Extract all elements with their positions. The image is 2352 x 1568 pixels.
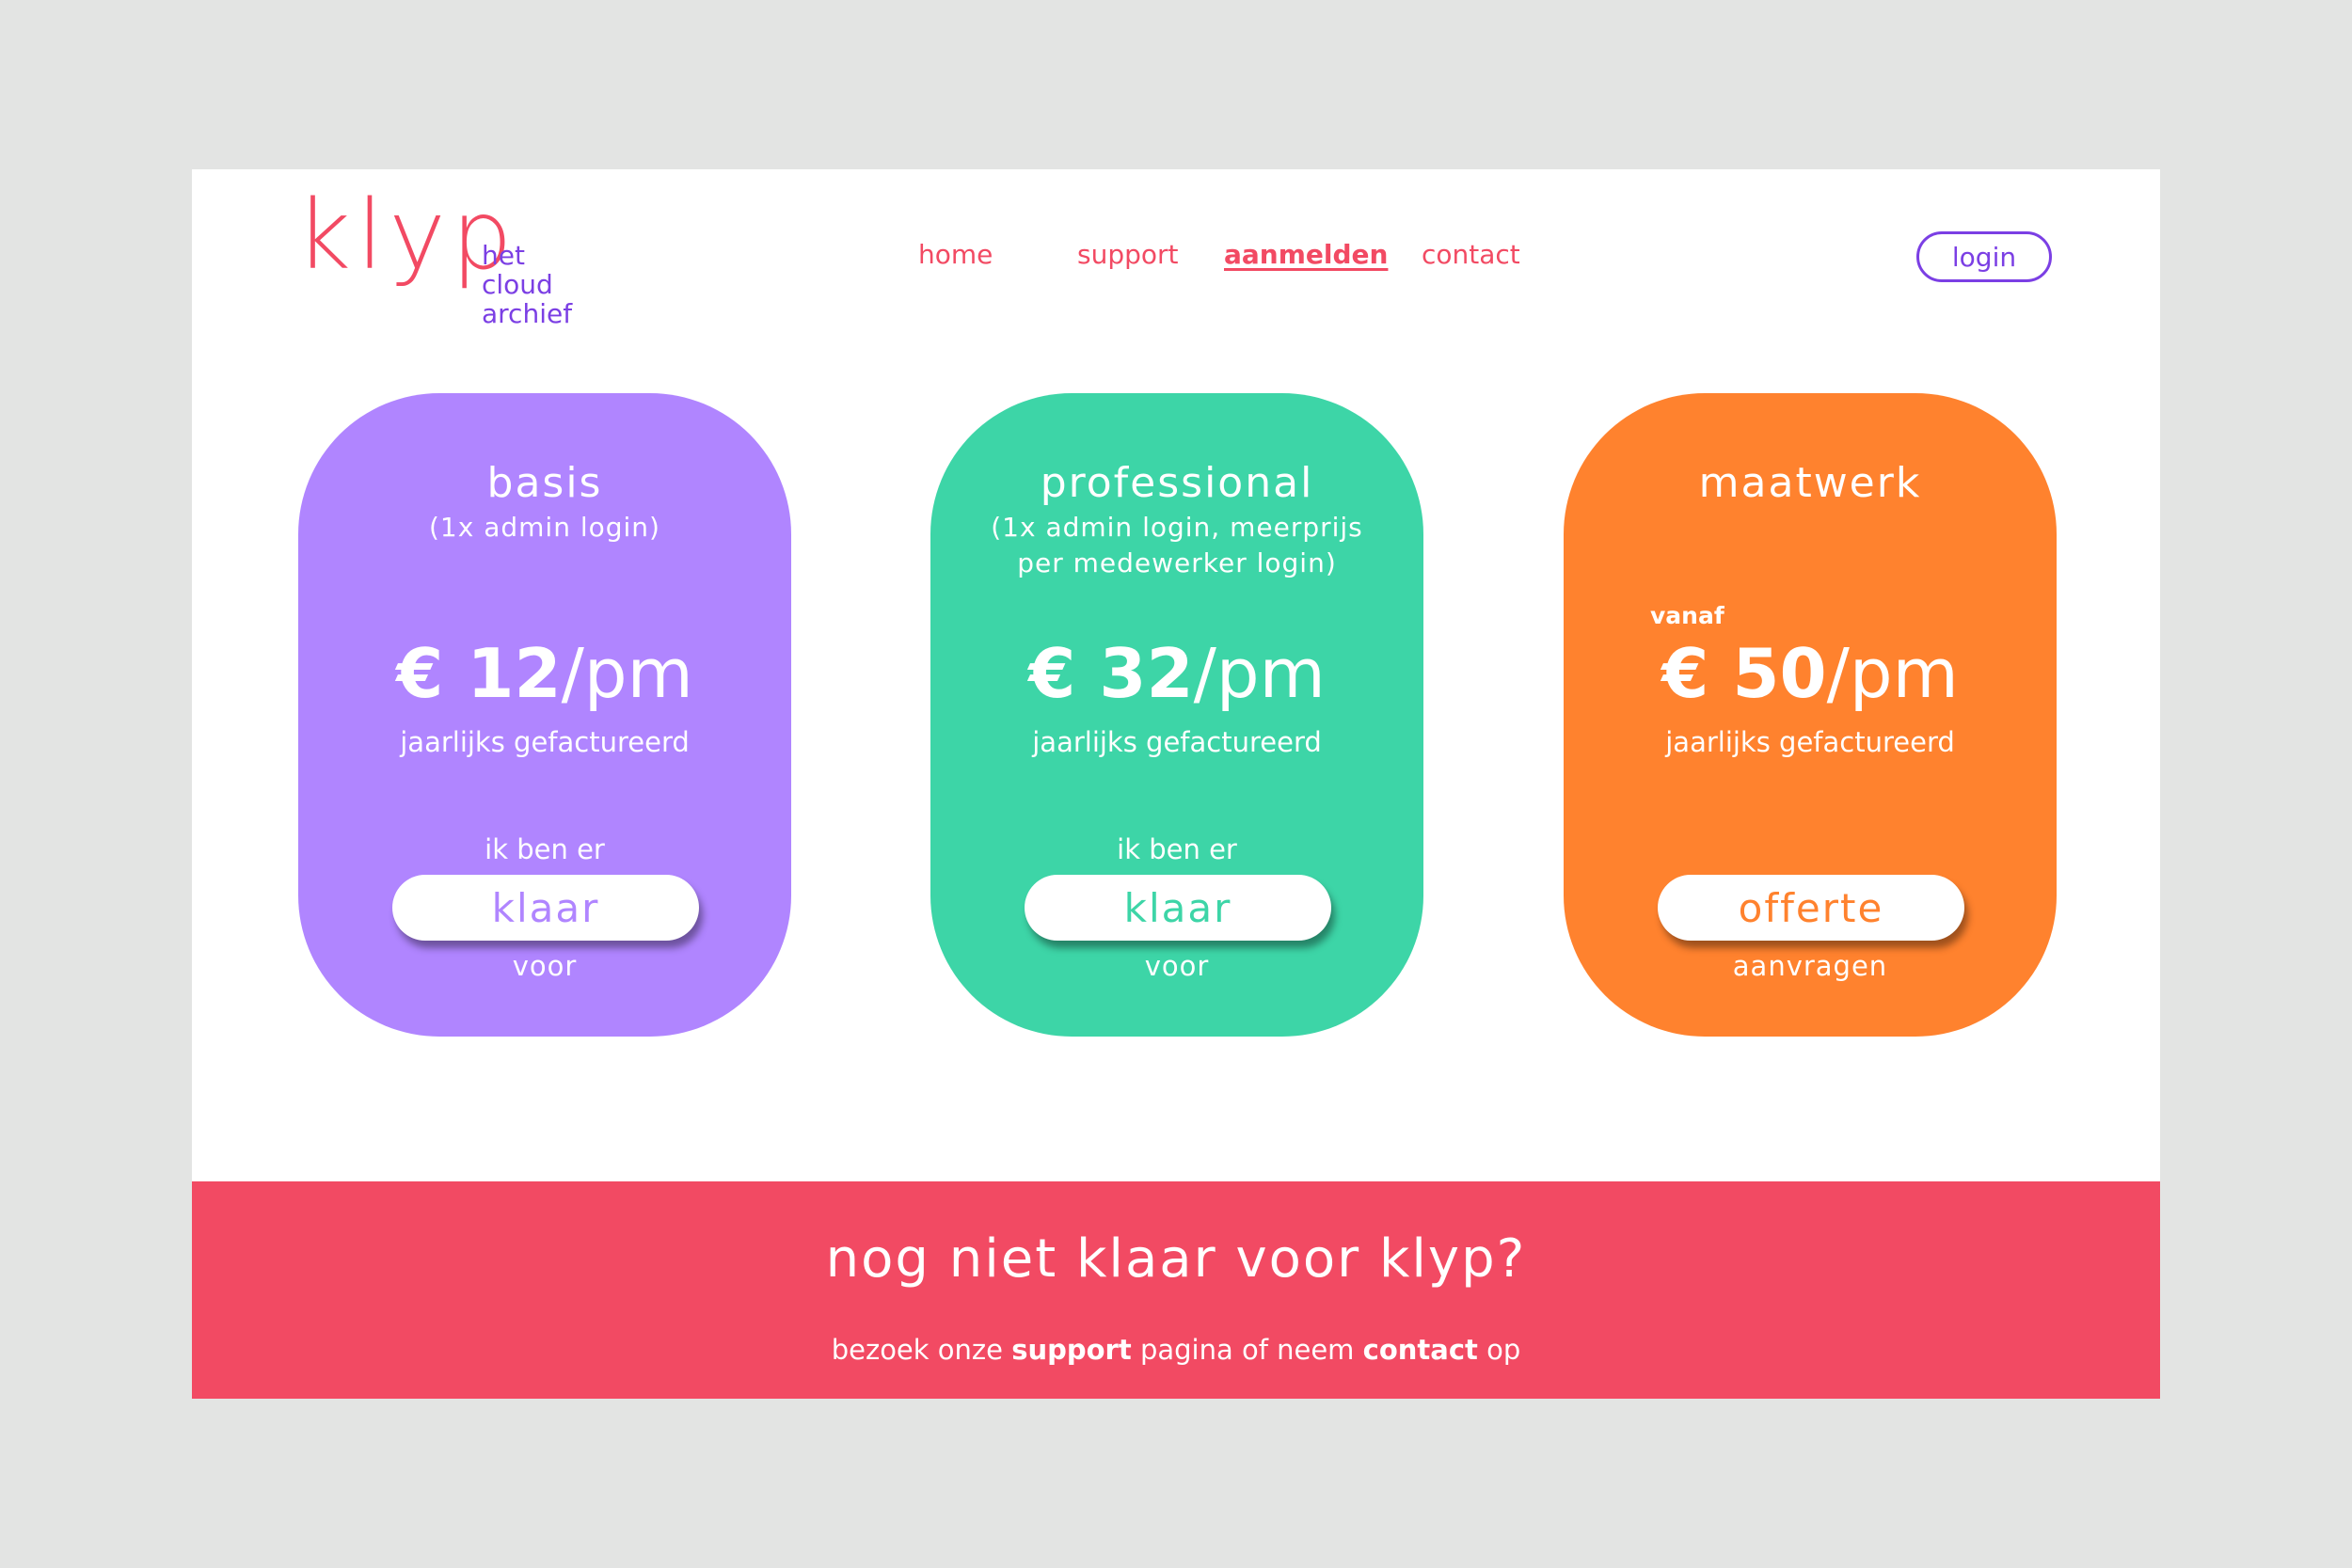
plan-billing: jaarlijks gefactureerd	[1032, 726, 1322, 758]
plan-subtitle-line: (1x admin login, meerprijs	[991, 512, 1363, 543]
cta-above-text: ik ben er	[1117, 833, 1237, 865]
support-link[interactable]: support	[1011, 1334, 1132, 1366]
plan-subtitle: (1x admin login)	[298, 510, 791, 546]
plan-billing: jaarlijks gefactureerd	[400, 726, 690, 758]
price-unit: /pm	[1826, 634, 1959, 713]
plan-subtitle-line: (1x admin login)	[429, 512, 660, 543]
cta-banner: nog niet klaar voor klyp? bezoek onze su…	[192, 1181, 2160, 1399]
tagline-line: archief	[482, 298, 573, 329]
price-unit: /pm	[561, 634, 693, 713]
plan-card-basis: basis (1x admin login) € 12/pm jaarlijks…	[298, 393, 791, 1037]
plan-subtitle-line: per medewerker login)	[1017, 547, 1337, 578]
cta-below-text: voor	[512, 950, 578, 982]
plan-title: professional	[1040, 459, 1314, 507]
price-unit: /pm	[1193, 634, 1326, 713]
klaar-button[interactable]: klaar	[1025, 875, 1331, 941]
plan-price: € 32/pm	[930, 640, 1423, 707]
tagline: het cloud archief	[482, 241, 572, 328]
plan-card-maatwerk: maatwerk vanaf € 50/pm jaarlijks gefactu…	[1564, 393, 2057, 1037]
nav-support[interactable]: support	[1077, 239, 1179, 270]
price-amount: € 50	[1661, 634, 1827, 713]
plan-subtitle: (1x admin login, meerprijs per medewerke…	[930, 510, 1423, 581]
nav-contact[interactable]: contact	[1422, 239, 1520, 270]
price-amount: € 12	[396, 634, 562, 713]
banner-text-mid: pagina of neem	[1139, 1334, 1355, 1366]
nav-home[interactable]: home	[918, 239, 993, 270]
plan-title: basis	[486, 459, 603, 507]
plan-title: maatwerk	[1698, 459, 1922, 507]
price-amount: € 32	[1028, 634, 1194, 713]
plan-price: € 50/pm	[1564, 640, 2057, 707]
cta-below-text: voor	[1144, 950, 1210, 982]
tagline-line: het	[482, 240, 525, 271]
banner-text-pre: bezoek onze	[831, 1334, 1003, 1366]
cta-below-text: aanvragen	[1732, 950, 1888, 982]
page-frame: klyp het cloud archief home support aanm…	[192, 169, 2160, 1399]
offerte-button[interactable]: offerte	[1658, 875, 1964, 941]
banner-text: bezoek onze support pagina of neem conta…	[192, 1334, 2160, 1366]
plan-price: € 12/pm	[298, 640, 791, 707]
contact-link[interactable]: contact	[1363, 1334, 1478, 1366]
login-button[interactable]: login	[1916, 231, 2052, 282]
banner-headline: nog niet klaar voor klyp?	[825, 1228, 1527, 1290]
cta-above-text: ik ben er	[485, 833, 605, 865]
plan-card-professional: professional (1x admin login, meerprijs …	[930, 393, 1423, 1037]
nav-aanmelden[interactable]: aanmelden	[1224, 239, 1388, 270]
plan-billing: jaarlijks gefactureerd	[1665, 726, 1955, 758]
tagline-line: cloud	[482, 269, 553, 300]
klaar-button[interactable]: klaar	[392, 875, 699, 941]
banner-text-post: op	[1486, 1334, 1521, 1366]
price-prefix: vanaf	[1650, 602, 1724, 629]
